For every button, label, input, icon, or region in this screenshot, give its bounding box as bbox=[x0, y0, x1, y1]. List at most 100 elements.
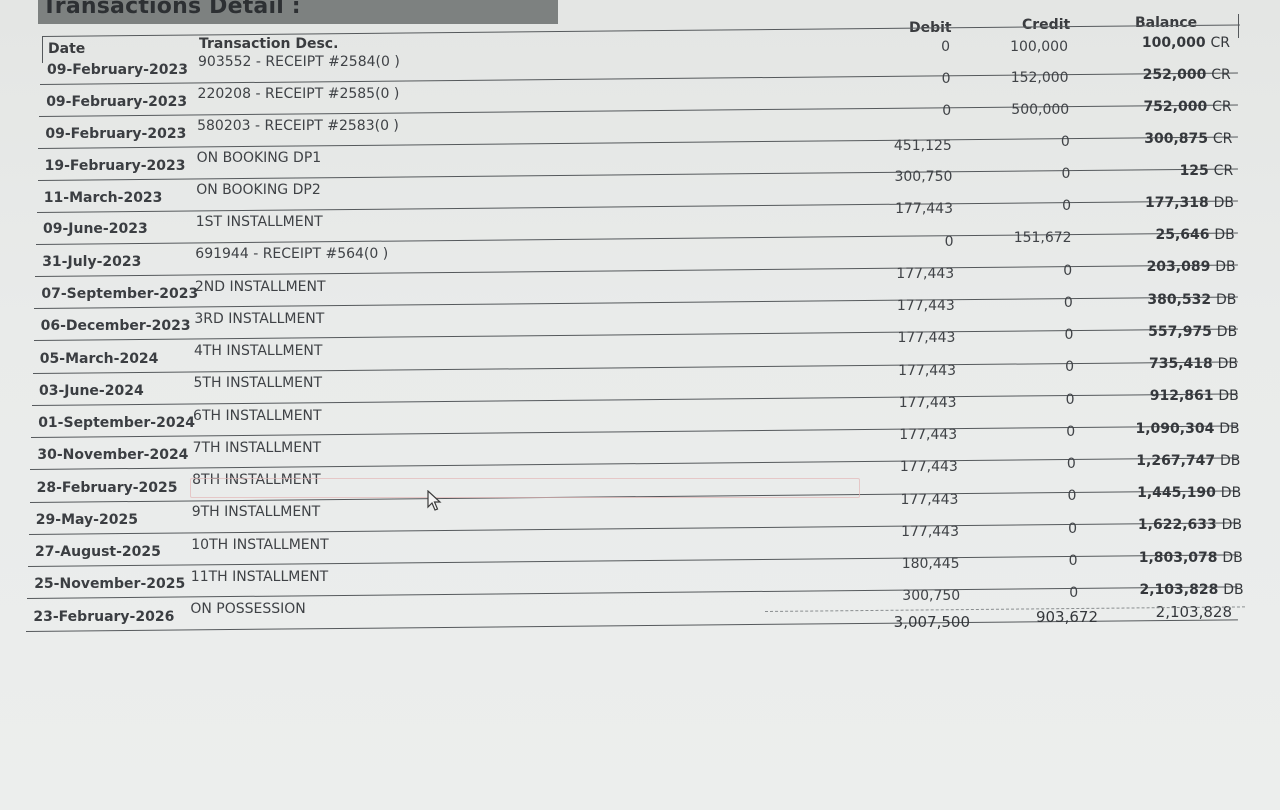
balance-type-badge: CR bbox=[1212, 131, 1233, 148]
balance-type-badge: DB bbox=[1222, 549, 1243, 566]
row-credit: 0 bbox=[1064, 327, 1074, 344]
row-date: 29-May-2025 bbox=[35, 511, 138, 528]
row-date: 09-February-2023 bbox=[46, 93, 188, 110]
row-date: 30-November-2024 bbox=[37, 447, 189, 464]
row-date: 28-February-2025 bbox=[36, 479, 178, 496]
row-debit: 300,750 bbox=[894, 169, 953, 186]
row-credit: 0 bbox=[1065, 391, 1075, 408]
balance-amount: 1,622,633 bbox=[1137, 517, 1217, 534]
row-debit: 177,443 bbox=[900, 491, 959, 508]
row-date: 05-March-2024 bbox=[39, 350, 159, 367]
balance-type-badge: DB bbox=[1220, 452, 1241, 469]
balance-amount: 735,418 bbox=[1148, 356, 1213, 373]
row-description: 1ST INSTALLMENT bbox=[195, 214, 323, 231]
balance-type-badge: DB bbox=[1215, 259, 1236, 276]
balance-amount: 752,000 bbox=[1143, 99, 1208, 116]
table-right-border bbox=[1238, 14, 1239, 38]
row-date: 03-June-2024 bbox=[39, 382, 144, 399]
row-hover-highlight bbox=[190, 478, 860, 498]
balance-type-badge: DB bbox=[1214, 227, 1235, 244]
row-balance: 300,875 CR bbox=[1092, 131, 1232, 147]
row-debit: 177,443 bbox=[896, 298, 955, 315]
balance-type-badge: DB bbox=[1216, 291, 1237, 308]
row-date: 23-February-2026 bbox=[33, 608, 175, 625]
row-balance: 1,622,633 DB bbox=[1102, 517, 1242, 533]
row-date: 09-June-2023 bbox=[43, 221, 148, 238]
balance-type-badge: CR bbox=[1213, 162, 1234, 179]
header-date: Date bbox=[48, 41, 86, 57]
row-date: 06-December-2023 bbox=[40, 318, 191, 335]
row-debit: 177,443 bbox=[899, 427, 958, 444]
row-debit: 177,443 bbox=[897, 330, 956, 347]
row-debit: 177,443 bbox=[895, 201, 953, 218]
row-description: ON BOOKING DP1 bbox=[196, 150, 322, 167]
row-description: 903552 - RECEIPT #2584(0 ) bbox=[198, 54, 400, 71]
row-debit: 177,443 bbox=[896, 265, 955, 282]
balance-type-badge: DB bbox=[1223, 581, 1244, 598]
row-description: 580203 - RECEIPT #2583(0 ) bbox=[197, 118, 399, 135]
balance-type-badge: DB bbox=[1219, 420, 1240, 437]
page-title: Transactions Detail : bbox=[42, 0, 301, 19]
row-description: 220208 - RECEIPT #2585(0 ) bbox=[197, 86, 400, 103]
balance-type-badge: DB bbox=[1218, 388, 1239, 405]
balance-type-badge: DB bbox=[1216, 323, 1238, 340]
row-debit: 0 bbox=[942, 102, 952, 119]
row-credit: 151,672 bbox=[1013, 230, 1072, 247]
row-credit: 0 bbox=[1063, 294, 1073, 311]
balance-amount: 203,089 bbox=[1146, 259, 1211, 276]
total-debit: 3,007,500 bbox=[893, 613, 970, 631]
row-debit: 0 bbox=[941, 70, 951, 87]
row-description: 10TH INSTALLMENT bbox=[191, 536, 329, 553]
balance-amount: 1,445,190 bbox=[1137, 485, 1216, 502]
row-credit: 0 bbox=[1061, 166, 1071, 183]
row-description: 9TH INSTALLMENT bbox=[191, 504, 321, 521]
row-balance: 1,267,747 DB bbox=[1100, 453, 1240, 469]
header-balance: Balance bbox=[1135, 15, 1198, 31]
balance-amount: 177,318 bbox=[1144, 194, 1209, 211]
balance-type-badge: DB bbox=[1213, 194, 1234, 211]
balance-type-badge: CR bbox=[1212, 99, 1232, 116]
header-credit: Credit bbox=[1022, 17, 1071, 33]
balance-type-badge: DB bbox=[1217, 356, 1238, 373]
balance-amount: 1,803,078 bbox=[1138, 549, 1218, 566]
balance-amount: 380,532 bbox=[1147, 291, 1212, 308]
row-credit: 0 bbox=[1068, 552, 1078, 569]
row-balance: 125 CR bbox=[1093, 162, 1234, 179]
row-debit: 0 bbox=[941, 38, 950, 55]
header-desc: Transaction Desc. bbox=[199, 36, 339, 52]
row-balance: 1,090,304 DB bbox=[1100, 421, 1240, 437]
row-credit: 0 bbox=[1069, 585, 1079, 602]
row-credit: 0 bbox=[1066, 456, 1076, 473]
row-description: 4TH INSTALLMENT bbox=[193, 343, 323, 360]
row-debit: 300,750 bbox=[902, 588, 961, 605]
balance-type-badge: CR bbox=[1211, 67, 1231, 84]
balance-amount: 2,103,828 bbox=[1139, 581, 1219, 598]
balance-amount: 557,975 bbox=[1148, 323, 1212, 340]
balance-amount: 25,646 bbox=[1155, 227, 1210, 244]
row-date: 09-February-2023 bbox=[47, 61, 188, 78]
row-description: 11TH INSTALLMENT bbox=[190, 568, 329, 585]
row-credit: 500,000 bbox=[1011, 102, 1070, 119]
row-credit: 0 bbox=[1068, 520, 1077, 537]
row-credit: 0 bbox=[1060, 134, 1070, 151]
row-date: 11-March-2023 bbox=[43, 189, 163, 206]
row-balance: 100,000 CR bbox=[1090, 35, 1230, 51]
balance-type-badge: DB bbox=[1221, 517, 1242, 534]
row-description: 5TH INSTALLMENT bbox=[193, 375, 323, 392]
balance-type-badge: DB bbox=[1220, 485, 1242, 502]
row-credit: 0 bbox=[1066, 423, 1076, 440]
row-credit: 0 bbox=[1062, 198, 1071, 215]
row-description: 691944 - RECEIPT #564(0 ) bbox=[195, 246, 389, 263]
row-balance: 177,318 DB bbox=[1094, 195, 1234, 211]
table-left-border bbox=[42, 37, 43, 63]
row-date: 19-February-2023 bbox=[44, 157, 186, 174]
row-balance: 203,089 DB bbox=[1096, 259, 1236, 275]
row-balance: 252,000 CR bbox=[1091, 67, 1231, 83]
row-balance: 557,975 DB bbox=[1097, 324, 1237, 340]
balance-amount: 300,875 bbox=[1144, 131, 1208, 148]
row-debit: 177,443 bbox=[898, 362, 956, 379]
row-balance: 1,445,190 DB bbox=[1101, 485, 1241, 501]
row-date: 25-November-2025 bbox=[34, 576, 186, 593]
balance-amount: 252,000 bbox=[1142, 67, 1207, 84]
mouse-pointer-icon bbox=[427, 490, 442, 511]
